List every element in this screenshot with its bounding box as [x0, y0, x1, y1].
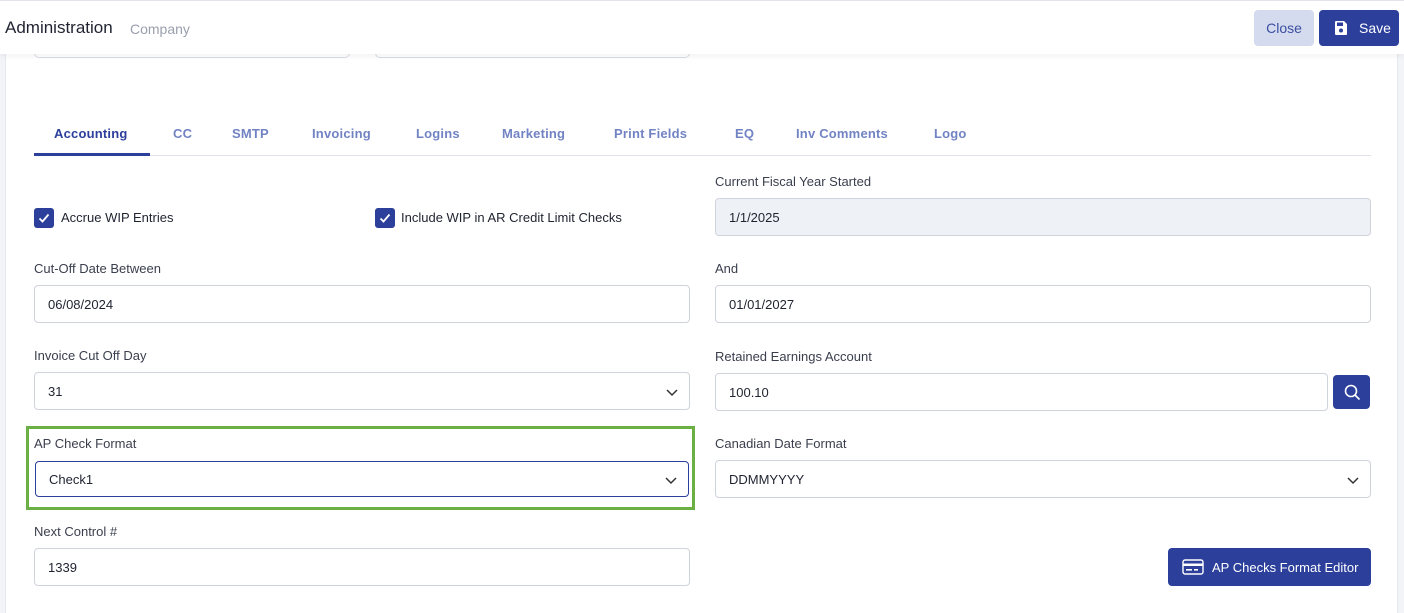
tab-eq[interactable]: EQ	[735, 126, 754, 141]
ap-check-format-value: Check1	[49, 471, 94, 487]
cutoff-between-value: 06/08/2024	[48, 296, 114, 312]
fiscal-year-value: 1/1/2025	[729, 209, 780, 225]
save-button-label: Save	[1359, 20, 1391, 36]
chevron-down-icon	[665, 477, 677, 485]
content-panel: Accounting CC SMTP Invoicing Logins Mark…	[5, 48, 1398, 613]
tab-logins[interactable]: Logins	[416, 126, 460, 141]
ap-checks-format-editor-label: AP Checks Format Editor	[1212, 559, 1359, 575]
cutoff-and-value: 01/01/2027	[729, 296, 795, 312]
save-icon	[1335, 21, 1347, 35]
canadian-date-format-select[interactable]: DDMMYYYY	[715, 460, 1371, 498]
tab-marketing[interactable]: Marketing	[502, 126, 565, 141]
search-icon	[1344, 384, 1360, 401]
invoice-cutoff-day-select[interactable]: 31	[34, 372, 690, 410]
tab-invoicing[interactable]: Invoicing	[312, 126, 371, 141]
ap-check-format-label: AP Check Format	[34, 436, 137, 451]
cutoff-between-label: Cut-Off Date Between	[34, 261, 161, 276]
next-control-label: Next Control #	[34, 524, 118, 539]
chevron-down-icon	[666, 389, 678, 397]
save-button[interactable]: Save	[1319, 10, 1399, 46]
include-wip-label: Include WIP in AR Credit Limit Checks	[401, 210, 622, 225]
page-title: Administration	[5, 18, 113, 37]
retained-earnings-label: Retained Earnings Account	[715, 349, 872, 364]
invoice-cutoff-day-value: 31	[48, 383, 63, 399]
cutoff-and-field[interactable]: 01/01/2027	[715, 285, 1371, 323]
retained-earnings-search-button[interactable]	[1333, 375, 1370, 409]
tab-inv-comments[interactable]: Inv Comments	[796, 126, 888, 141]
tab-print-fields[interactable]: Print Fields	[614, 126, 687, 141]
cutoff-between-field[interactable]: 06/08/2024	[34, 285, 690, 323]
tab-accounting[interactable]: Accounting	[54, 126, 128, 141]
tab-bar: Accounting CC SMTP Invoicing Logins Mark…	[34, 116, 1371, 156]
close-button[interactable]: Close	[1254, 10, 1314, 46]
checkmark-icon	[379, 213, 391, 223]
tab-smtp[interactable]: SMTP	[232, 126, 269, 141]
active-tab-indicator	[34, 153, 150, 156]
ap-checks-format-editor-button[interactable]: AP Checks Format Editor	[1168, 548, 1371, 586]
canadian-date-format-value: DDMMYYYY	[729, 471, 805, 487]
accrue-wip-label: Accrue WIP Entries	[61, 210, 174, 225]
retained-earnings-value: 100.10	[729, 384, 769, 400]
accrue-wip-checkbox[interactable]	[34, 208, 54, 228]
include-wip-checkbox[interactable]	[375, 208, 395, 228]
invoice-cutoff-day-label: Invoice Cut Off Day	[34, 348, 147, 363]
checkmark-icon	[38, 213, 50, 223]
page-subtitle: Company	[130, 21, 190, 37]
fiscal-year-field: 1/1/2025	[715, 198, 1371, 236]
ap-check-format-select[interactable]: Check1	[35, 461, 689, 497]
retained-earnings-field[interactable]: 100.10	[715, 373, 1328, 411]
fiscal-year-label: Current Fiscal Year Started	[715, 174, 872, 189]
top-header: Administration Company Close Save	[0, 0, 1404, 54]
tab-cc[interactable]: CC	[173, 126, 192, 141]
next-control-value: 1339	[48, 559, 77, 575]
chevron-down-icon	[1347, 477, 1359, 485]
next-control-field[interactable]: 1339	[34, 548, 690, 586]
canadian-date-format-label: Canadian Date Format	[715, 436, 847, 451]
cutoff-and-label: And	[715, 261, 739, 276]
credit-card-icon	[1182, 559, 1204, 575]
tab-logo[interactable]: Logo	[934, 126, 967, 141]
